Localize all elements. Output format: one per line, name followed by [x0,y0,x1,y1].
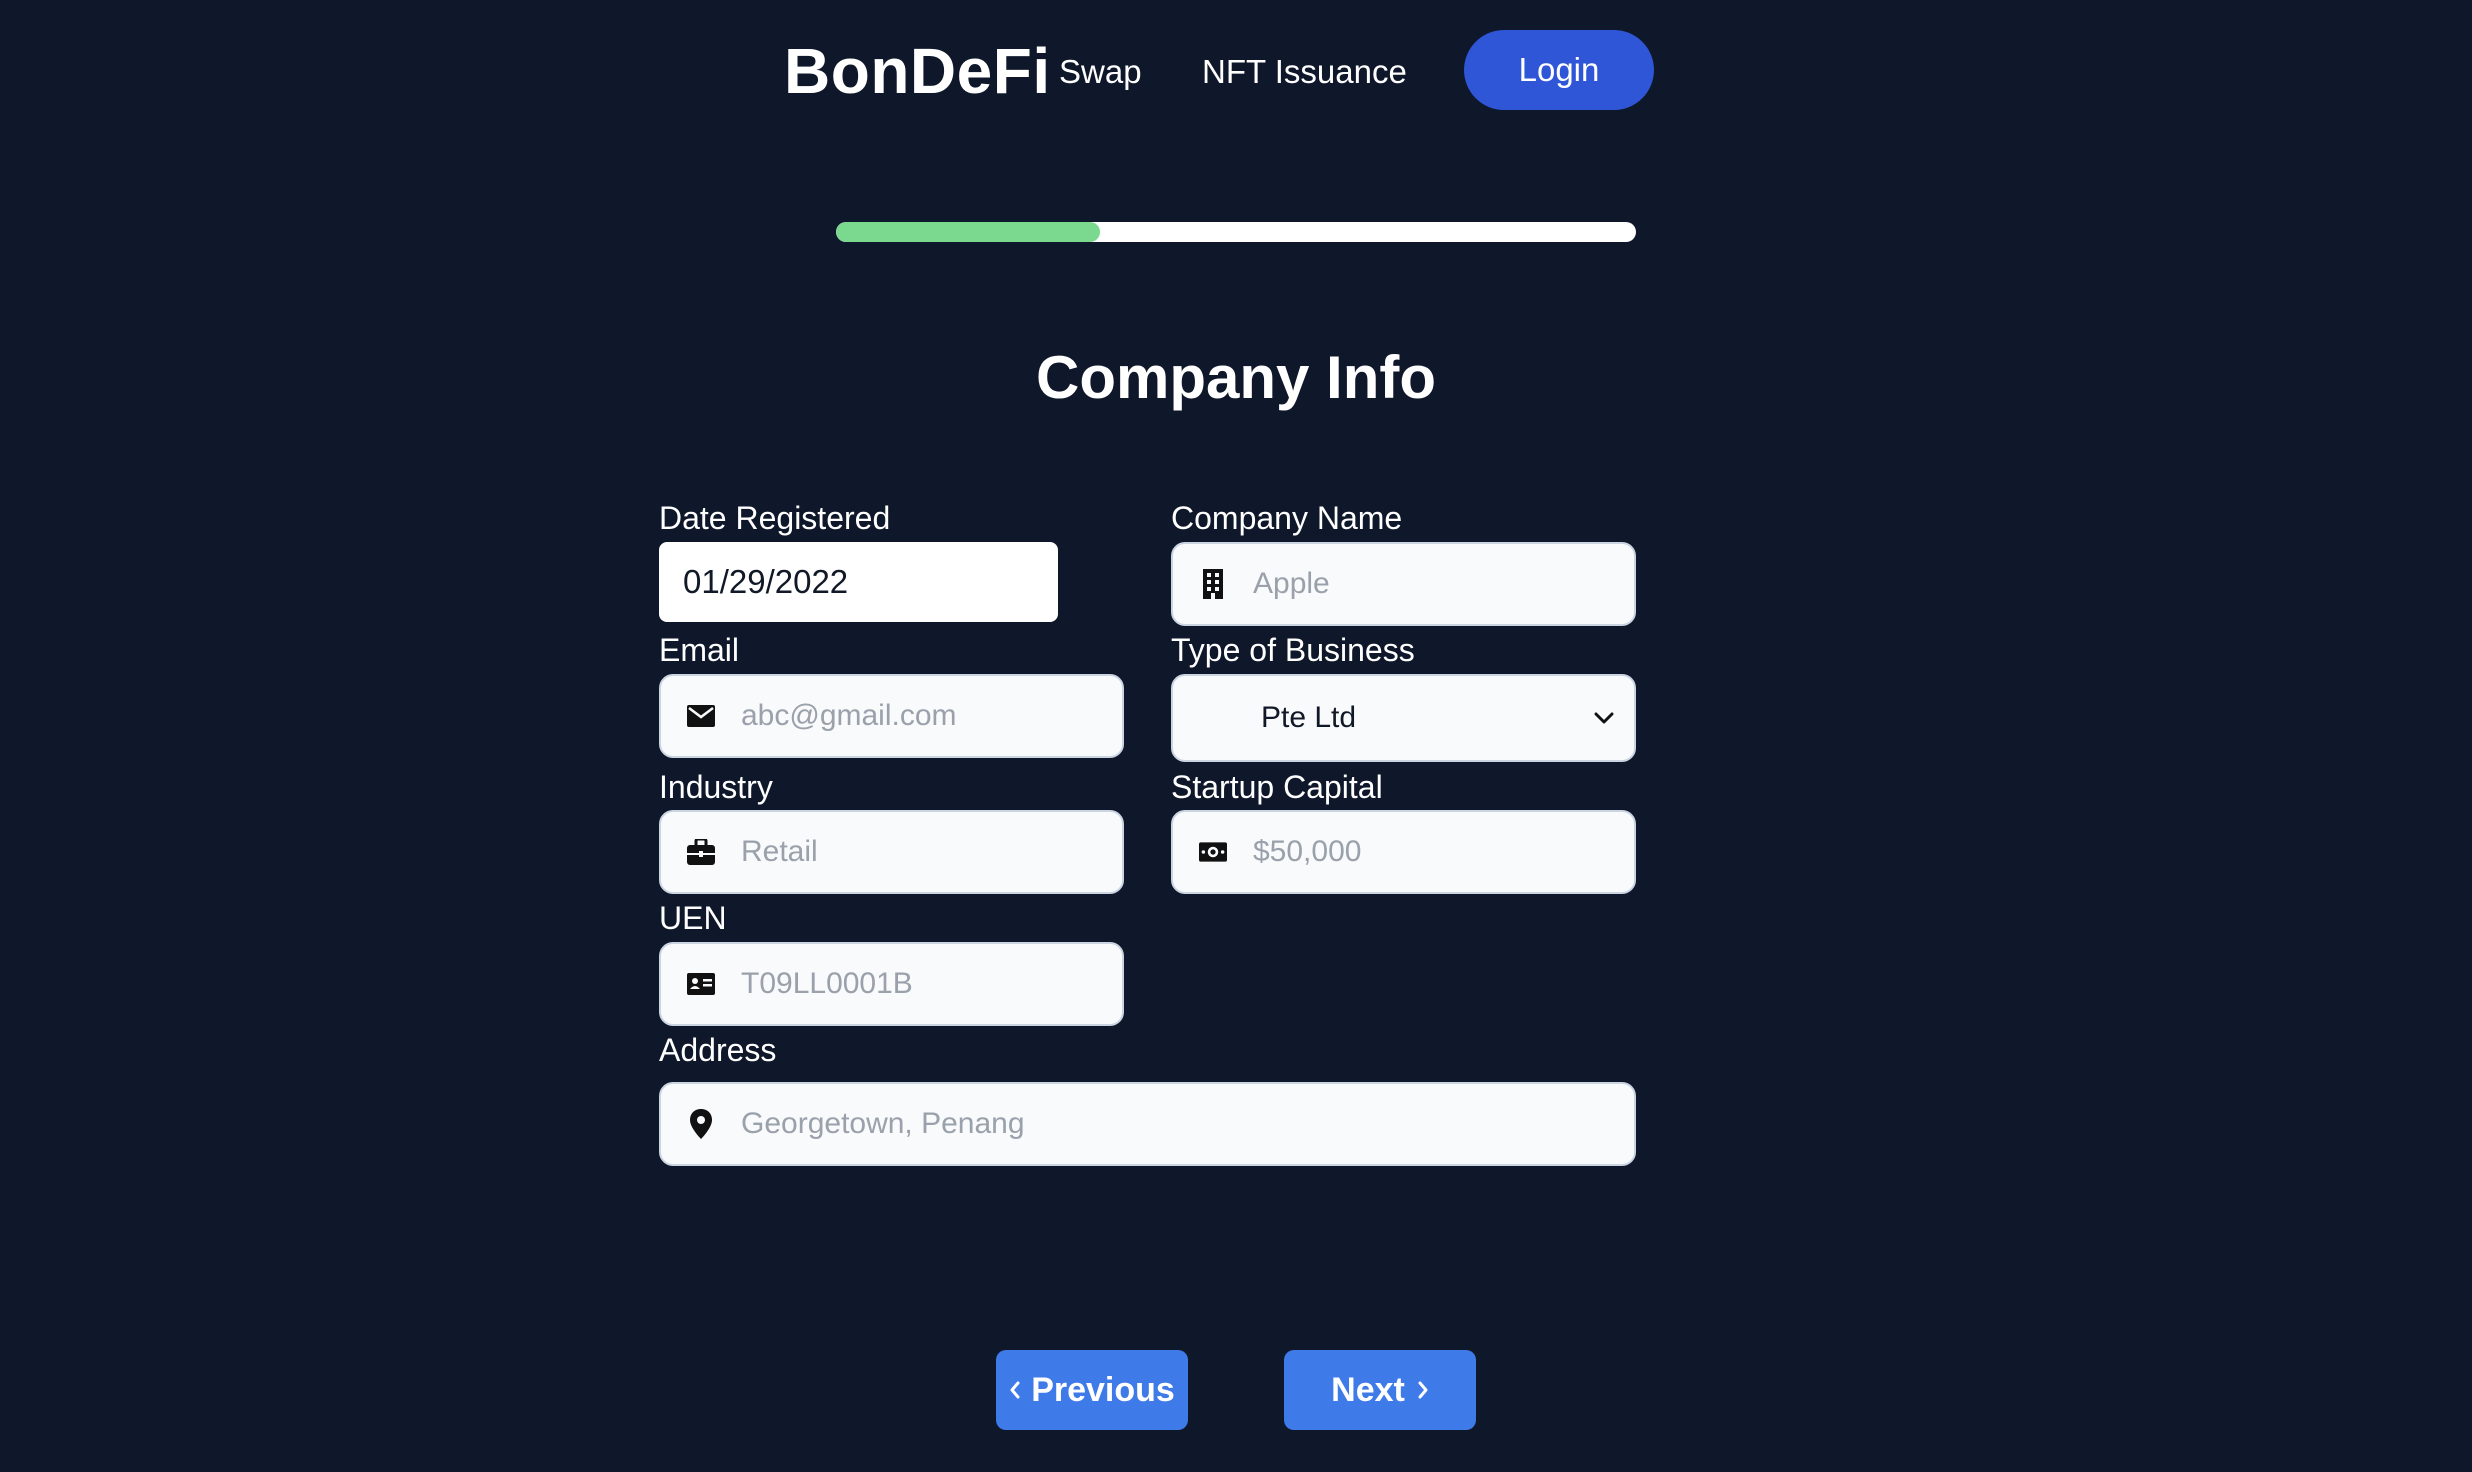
date-registered-value: 01/29/2022 [683,563,849,600]
previous-button[interactable]: Previous [996,1350,1188,1430]
location-pin-icon [687,1109,715,1139]
address-field[interactable] [659,1082,1636,1166]
page-title: Company Info [1036,344,1436,411]
nav-link-nft-issuance[interactable]: NFT Issuance [1202,44,1407,100]
next-button[interactable]: Next [1284,1350,1476,1430]
building-icon [1199,569,1227,599]
progress-bar [836,222,1636,242]
progress-bar-fill [836,222,1100,242]
uen-field[interactable] [659,942,1124,1026]
date-registered-input[interactable]: 01/29/2022 [659,542,1058,622]
email-input[interactable] [741,676,1122,756]
industry-input[interactable] [741,812,1122,892]
email-label: Email [659,632,740,668]
briefcase-icon [687,838,715,866]
company-name-input[interactable] [1253,544,1634,624]
startup-capital-field[interactable] [1171,810,1636,894]
email-field[interactable] [659,674,1124,758]
id-card-icon [687,970,715,998]
startup-capital-input[interactable] [1253,812,1634,892]
uen-input[interactable] [741,944,1122,1024]
industry-field[interactable] [659,810,1124,894]
industry-label: Industry [659,769,773,805]
type-of-business-value: Pte Ltd [1261,701,1357,734]
chevron-right-icon [1417,1380,1429,1400]
type-of-business-select[interactable]: Pte Ltd [1171,674,1636,762]
chevron-down-icon [1592,706,1616,730]
mail-icon [687,702,715,730]
login-button[interactable]: Login [1464,30,1654,110]
date-registered-label: Date Registered [659,500,891,536]
brand-logo[interactable]: BonDeFi [784,34,1051,108]
previous-button-label: Previous [1031,1370,1175,1409]
startup-capital-label: Startup Capital [1171,769,1383,805]
next-button-label: Next [1331,1370,1405,1409]
chevron-left-icon [1009,1380,1021,1400]
company-name-label: Company Name [1171,500,1403,536]
money-icon [1199,838,1227,866]
nav-link-swap[interactable]: Swap [1059,44,1142,100]
address-label: Address [659,1032,777,1068]
type-of-business-label: Type of Business [1171,632,1415,668]
uen-label: UEN [659,900,727,936]
company-name-field[interactable] [1171,542,1636,626]
address-input[interactable] [741,1084,1634,1164]
